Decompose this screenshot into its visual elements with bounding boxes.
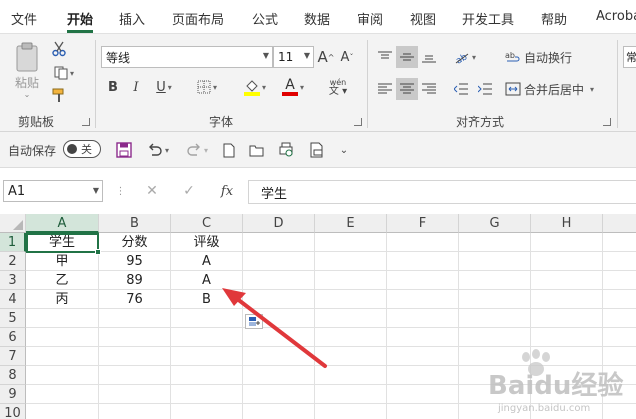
autosave-state: 关 bbox=[81, 143, 92, 156]
grow-font-button[interactable]: A ^ bbox=[317, 47, 335, 67]
underline-glyph: U bbox=[156, 79, 166, 95]
tab-help[interactable]: 帮助 bbox=[541, 9, 567, 28]
tab-view[interactable]: 视图 bbox=[410, 9, 436, 28]
insert-function-button[interactable]: fx bbox=[217, 182, 237, 200]
group-separator bbox=[367, 40, 368, 128]
paste-dropdown-icon[interactable]: ⌄ bbox=[22, 89, 32, 99]
fill-color-button[interactable]: ▾ bbox=[240, 76, 270, 98]
chevron-down-icon: ▼ bbox=[303, 51, 310, 60]
open-folder-icon[interactable] bbox=[247, 141, 267, 159]
svg-text:ab: ab bbox=[505, 51, 515, 60]
clipboard-launcher-icon[interactable] bbox=[82, 118, 90, 126]
chevron-down-icon: ▼ bbox=[262, 51, 269, 60]
grow-font-glyph: A bbox=[317, 48, 328, 66]
wrap-text-button[interactable]: ab 自动换行 bbox=[505, 46, 577, 68]
font-color-button[interactable]: A ▾ bbox=[278, 76, 308, 98]
name-box[interactable]: A1 ▼ bbox=[3, 180, 103, 202]
group-separator bbox=[617, 40, 618, 128]
align-bottom-icon[interactable] bbox=[418, 46, 440, 68]
new-file-icon[interactable] bbox=[220, 141, 238, 159]
save-icon[interactable] bbox=[115, 141, 133, 159]
merge-center-label: 合并后居中 bbox=[524, 82, 585, 97]
ribbon-tab-bar: 文件 开始 插入 页面布局 公式 数据 审阅 视图 开发工具 帮助 Acroba bbox=[0, 0, 636, 33]
formula-bar: A1 ▼ ⋮ ✕ ✓ fx 学生 bbox=[0, 176, 636, 206]
font-size-value: 11 bbox=[278, 50, 294, 64]
watermark-text: Baidu经验 bbox=[488, 371, 624, 401]
enter-icon[interactable]: ✓ bbox=[180, 182, 198, 200]
paste-icon[interactable] bbox=[10, 40, 44, 74]
border-button[interactable]: ▾ bbox=[192, 77, 222, 97]
alignment-launcher-icon[interactable] bbox=[603, 118, 611, 126]
alignment-group-label: 对齐方式 bbox=[456, 115, 505, 129]
quick-print-icon[interactable] bbox=[307, 141, 327, 159]
align-right-icon[interactable] bbox=[418, 78, 440, 100]
baidu-watermark: Baidu经验 jingyan.baidu.com bbox=[476, 345, 636, 419]
tab-developer[interactable]: 开发工具 bbox=[462, 9, 514, 28]
excel-window: 文件 开始 插入 页面布局 公式 数据 审阅 视图 开发工具 帮助 Acroba… bbox=[0, 0, 636, 419]
bold-button[interactable]: B bbox=[105, 77, 121, 97]
tab-insert[interactable]: 插入 bbox=[119, 9, 145, 28]
watermark-url: jingyan.baidu.com bbox=[498, 403, 591, 414]
font-color-swatch bbox=[281, 91, 298, 96]
chevron-down-icon: ▼ bbox=[92, 186, 99, 195]
tab-page-layout[interactable]: 页面布局 bbox=[172, 9, 224, 28]
font-name-select[interactable]: 等线 ▼ bbox=[101, 46, 273, 68]
phonetic-guide-button[interactable]: wén 文 ▾ bbox=[323, 76, 353, 98]
formula-input[interactable]: 学生 bbox=[248, 180, 636, 204]
copy-icon[interactable]: ▾ bbox=[50, 64, 78, 82]
cut-icon[interactable] bbox=[50, 40, 68, 58]
name-box-value: A1 bbox=[8, 183, 26, 199]
redo-button[interactable]: ▾ bbox=[182, 141, 212, 159]
group-separator bbox=[95, 40, 96, 128]
shrink-font-glyph: A bbox=[340, 49, 350, 65]
customize-qat-icon[interactable]: ⌄ bbox=[337, 141, 351, 159]
formula-bar-grip-icon[interactable]: ⋮ bbox=[116, 182, 126, 200]
paste-button[interactable]: 粘贴 bbox=[10, 74, 44, 90]
italic-button[interactable]: I bbox=[128, 77, 144, 97]
clipboard-group-label: 剪贴板 bbox=[18, 115, 55, 129]
format-painter-icon[interactable] bbox=[50, 87, 68, 105]
underline-button[interactable]: U ▾ bbox=[150, 77, 178, 97]
tab-review[interactable]: 审阅 bbox=[357, 9, 383, 28]
autosave-toggle[interactable]: 关 bbox=[63, 140, 101, 158]
toggle-knob-icon bbox=[67, 144, 77, 154]
undo-button[interactable]: ▾ bbox=[143, 141, 173, 159]
decrease-indent-icon[interactable] bbox=[450, 78, 472, 100]
number-format-select[interactable]: 常 bbox=[623, 46, 636, 68]
autosave-label: 自动保存 bbox=[8, 144, 57, 158]
quick-access-toolbar: 自动保存 关 ▾ ▾ ⌄ bbox=[0, 132, 636, 168]
ribbon: 粘贴 ⌄ ▾ 剪贴板 等线 ▼ 11 ▼ A^ Aˇ B I U▾ ▾ ▾ bbox=[0, 33, 636, 132]
tab-home[interactable]: 开始 bbox=[67, 9, 93, 28]
font-group-label: 字体 bbox=[209, 115, 234, 129]
tab-file[interactable]: 文件 bbox=[11, 9, 37, 28]
increase-indent-icon[interactable] bbox=[474, 78, 496, 100]
merge-center-button[interactable]: 合并后居中 ▾ bbox=[505, 78, 603, 100]
tab-acrobat[interactable]: Acroba bbox=[596, 9, 636, 24]
font-size-select[interactable]: 11 ▼ bbox=[273, 46, 314, 68]
font-color-glyph: A bbox=[285, 76, 295, 93]
print-preview-icon[interactable] bbox=[276, 141, 296, 159]
font-name-value: 等线 bbox=[106, 50, 131, 65]
wrap-text-label: 自动换行 bbox=[524, 50, 573, 65]
tab-formulas[interactable]: 公式 bbox=[252, 9, 278, 28]
align-center-icon[interactable] bbox=[396, 78, 418, 100]
tab-data[interactable]: 数据 bbox=[304, 9, 330, 28]
align-left-icon[interactable] bbox=[374, 78, 396, 100]
shrink-font-button[interactable]: Aˇ bbox=[338, 47, 356, 67]
cancel-icon[interactable]: ✕ bbox=[143, 182, 161, 200]
align-top-icon[interactable] bbox=[374, 46, 396, 68]
align-middle-icon[interactable] bbox=[396, 46, 418, 68]
orientation-icon[interactable]: ab▾ bbox=[450, 46, 480, 68]
font-launcher-icon[interactable] bbox=[354, 118, 362, 126]
